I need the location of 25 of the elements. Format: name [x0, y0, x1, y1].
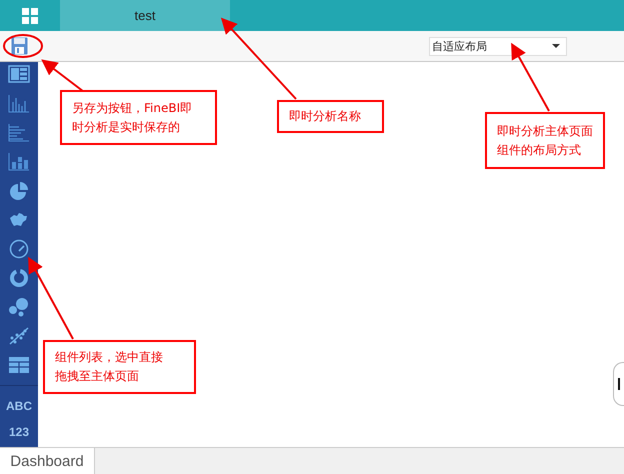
callout-text: 即时分析主体页面 组件的布局方式	[497, 122, 593, 158]
table-icon[interactable]	[8, 355, 30, 375]
callout-text: 即时分析名称	[289, 108, 361, 125]
callout-text: 组件列表，选中直接 拖拽至主体页面	[55, 349, 163, 385]
grid-icon[interactable]	[22, 8, 38, 24]
save-icon[interactable]	[11, 37, 28, 55]
sheet-tab[interactable]: Dashboard	[0, 448, 95, 474]
donut-chart-icon[interactable]	[8, 268, 30, 288]
widget-label[interactable]: ABC	[6, 399, 32, 413]
caret-icon	[552, 44, 560, 48]
analysis-tab[interactable]: test	[60, 0, 230, 31]
widget-label[interactable]: 123	[8, 425, 30, 439]
bar-chart-icon[interactable]	[8, 94, 30, 114]
pie-chart-icon[interactable]	[8, 181, 30, 201]
layout-dropdown[interactable]: 自适应布局	[429, 36, 567, 56]
horizontal-bar-chart-icon[interactable]	[8, 123, 30, 143]
bubble-chart-icon[interactable]	[8, 297, 30, 317]
gauge-icon[interactable]	[8, 239, 30, 259]
layout-icon[interactable]	[8, 65, 30, 85]
scatter-chart-icon[interactable]	[8, 326, 30, 346]
callout-text: 另存为按钮，FineBI即 时分析是实时保存的	[72, 100, 192, 136]
arrow	[511, 42, 550, 112]
stacked-bar-chart-icon[interactable]	[8, 152, 30, 172]
highlight-ellipse	[3, 34, 43, 58]
side-panel-handle[interactable]	[613, 362, 624, 406]
